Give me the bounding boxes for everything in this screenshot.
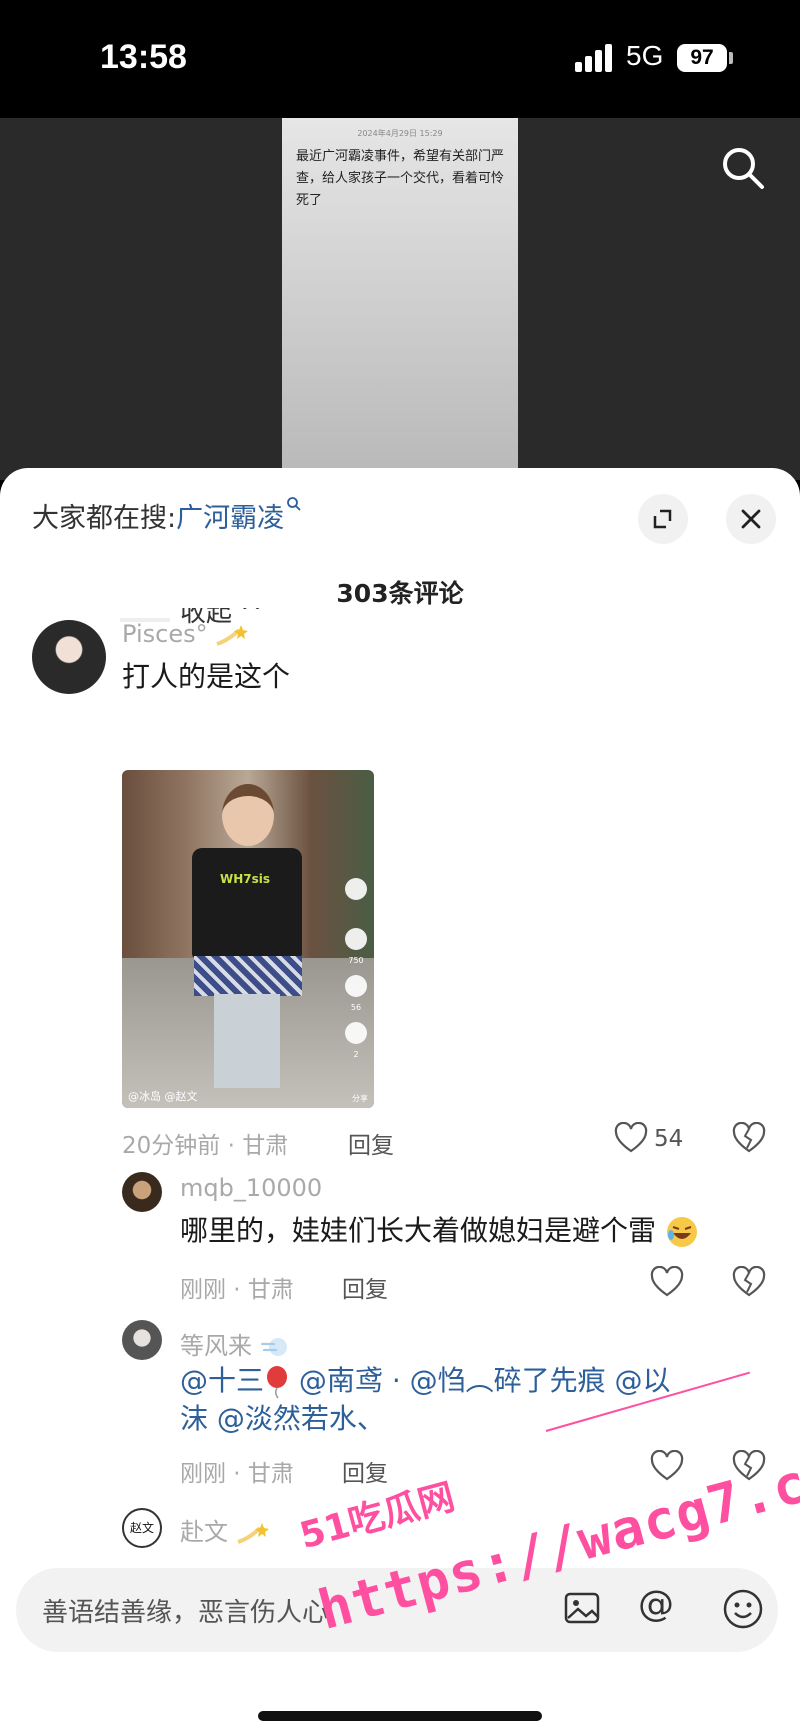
battery-tip [729,52,733,64]
image-star-icon [345,1022,367,1044]
avatar[interactable] [122,1320,162,1360]
username-text: 等风来 [180,1332,252,1360]
comment-input[interactable]: 善语结善缘，恶言伤人心 [42,1592,328,1629]
avatar[interactable] [122,1172,162,1212]
comment-meta: 20分钟前 · 甘肃 [122,1133,289,1159]
image-person-shirt [192,848,302,958]
shooting-star-icon [216,625,249,646]
username-text: Pisces° [122,620,208,648]
comment-text: 哪里的，娃娃们长大着做媳妇是避个雷 [180,1212,699,1250]
comment-text-body: 哪里的，娃娃们长大着做媳妇是避个雷 [180,1214,657,1247]
status-time: 13:58 [100,38,187,76]
close-button[interactable] [726,494,776,544]
image-person-legs [214,994,280,1088]
comment-username[interactable]: 等风来 [180,1326,290,1361]
status-bar: 13:58 5G 97 [0,0,800,118]
mention-link[interactable]: 沫 @淡然若水、 [180,1402,385,1435]
signal-icon [575,44,615,72]
video-player[interactable]: 2024年4月29日 15:29 最近广河霸凌事件，希望有关部门严查，给人家孩子… [0,118,800,480]
video-frame: 2024年4月29日 15:29 最近广河霸凌事件，希望有关部门严查，给人家孩子… [282,118,518,480]
search-icon[interactable] [718,143,768,193]
image-comment-count: 56 [350,1003,362,1012]
comment-username[interactable]: Pisces° [122,620,249,648]
comment-meta: 刚刚 · 甘肃 [180,1461,294,1487]
emoji-icon[interactable] [722,1588,764,1630]
wind-puff-icon [260,1338,287,1356]
comment-image[interactable]: WH7sis 750 56 2 @冰岛 @赵文 分享 [122,770,374,1108]
trending-search-prefix: 大家都在搜: [32,503,177,534]
heart-icon[interactable] [650,1450,684,1482]
image-side-actions: 750 56 2 [344,878,368,1069]
reply-button[interactable]: 回复 [342,1454,388,1488]
image-shirt-text: WH7sis [220,872,271,886]
balloon-icon [267,1366,288,1399]
image-share-label: 分享 [352,1094,368,1103]
image-avatar-icon [345,878,367,900]
comment-username[interactable]: mqb_10000 [180,1174,322,1202]
shooting-star-icon [236,1523,269,1544]
video-caption: 最近广河霸凌事件，希望有关部门严查，给人家孩子一个交代，看着可怜死了 [296,149,505,208]
battery-icon: 97 [677,44,727,72]
image-person-skirt [194,956,302,996]
mention-link[interactable]: @十三 [180,1364,264,1397]
mention-icon[interactable]: @ [638,1584,674,1625]
small-search-icon [287,497,301,511]
comment-username[interactable]: 赴文 [180,1512,270,1547]
trending-search[interactable]: 大家都在搜:广河霸凌 [32,496,302,535]
like-count: 54 [654,1126,684,1152]
comment-text: 打人的是这个 [122,660,291,693]
expand-icon [653,509,672,529]
broken-heart-icon[interactable] [732,1122,766,1154]
reply-button[interactable]: 回复 [342,1270,388,1304]
image-star-count: 2 [353,1050,359,1059]
image-heart-icon [345,928,367,950]
mention-link[interactable]: @南鸢 · @㤘︵碎了先痕 @以 [299,1364,671,1397]
broken-heart-icon[interactable] [732,1266,766,1298]
trending-search-keyword[interactable]: 广河霸凌 [176,503,284,534]
close-icon [741,509,761,529]
avatar[interactable] [32,620,106,694]
expand-button[interactable] [638,494,688,544]
image-like-count: 750 [348,956,364,965]
comment-meta: 刚刚 · 甘肃 [180,1277,294,1303]
reply-button[interactable]: 回复 [348,1126,394,1160]
image-person-head [222,784,274,846]
heart-icon[interactable] [614,1122,648,1154]
image-picker-icon[interactable] [562,1588,602,1628]
avatar[interactable]: 赵文 [122,1508,162,1548]
comment-count: 303条评论 [336,579,464,608]
video-date: 2024年4月29日 15:29 [357,129,443,138]
image-comment-icon [345,975,367,997]
home-indicator [258,1711,542,1721]
network-type: 5G [626,40,664,71]
heart-icon[interactable] [650,1266,684,1298]
username-text: 赴文 [180,1518,228,1546]
avatar-text: 赵文 [129,1521,154,1535]
rolling-laughing-icon [666,1217,697,1247]
image-author-tag: @冰岛 @赵文 [128,1090,198,1103]
comment-text: @十三 @南鸢 · @㤘︵碎了先痕 @以 沫 @淡然若水、 [180,1362,770,1438]
